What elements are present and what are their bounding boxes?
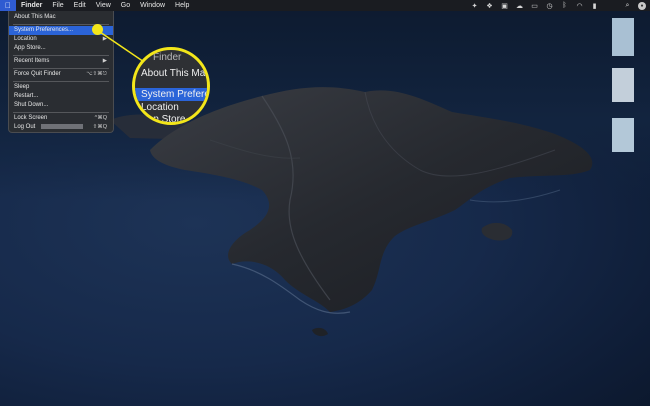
- magnifier-lens: Finder About This Mac System Preferen Lo…: [132, 47, 210, 125]
- callout-line: [99, 31, 151, 67]
- magnified-text: Finder: [153, 52, 182, 63]
- magnified-selected-text: System Preferen: [135, 88, 207, 101]
- magnified-text: About This Mac: [141, 68, 210, 79]
- callout-dot: [92, 24, 103, 35]
- magnified-text: Location: [141, 102, 179, 113]
